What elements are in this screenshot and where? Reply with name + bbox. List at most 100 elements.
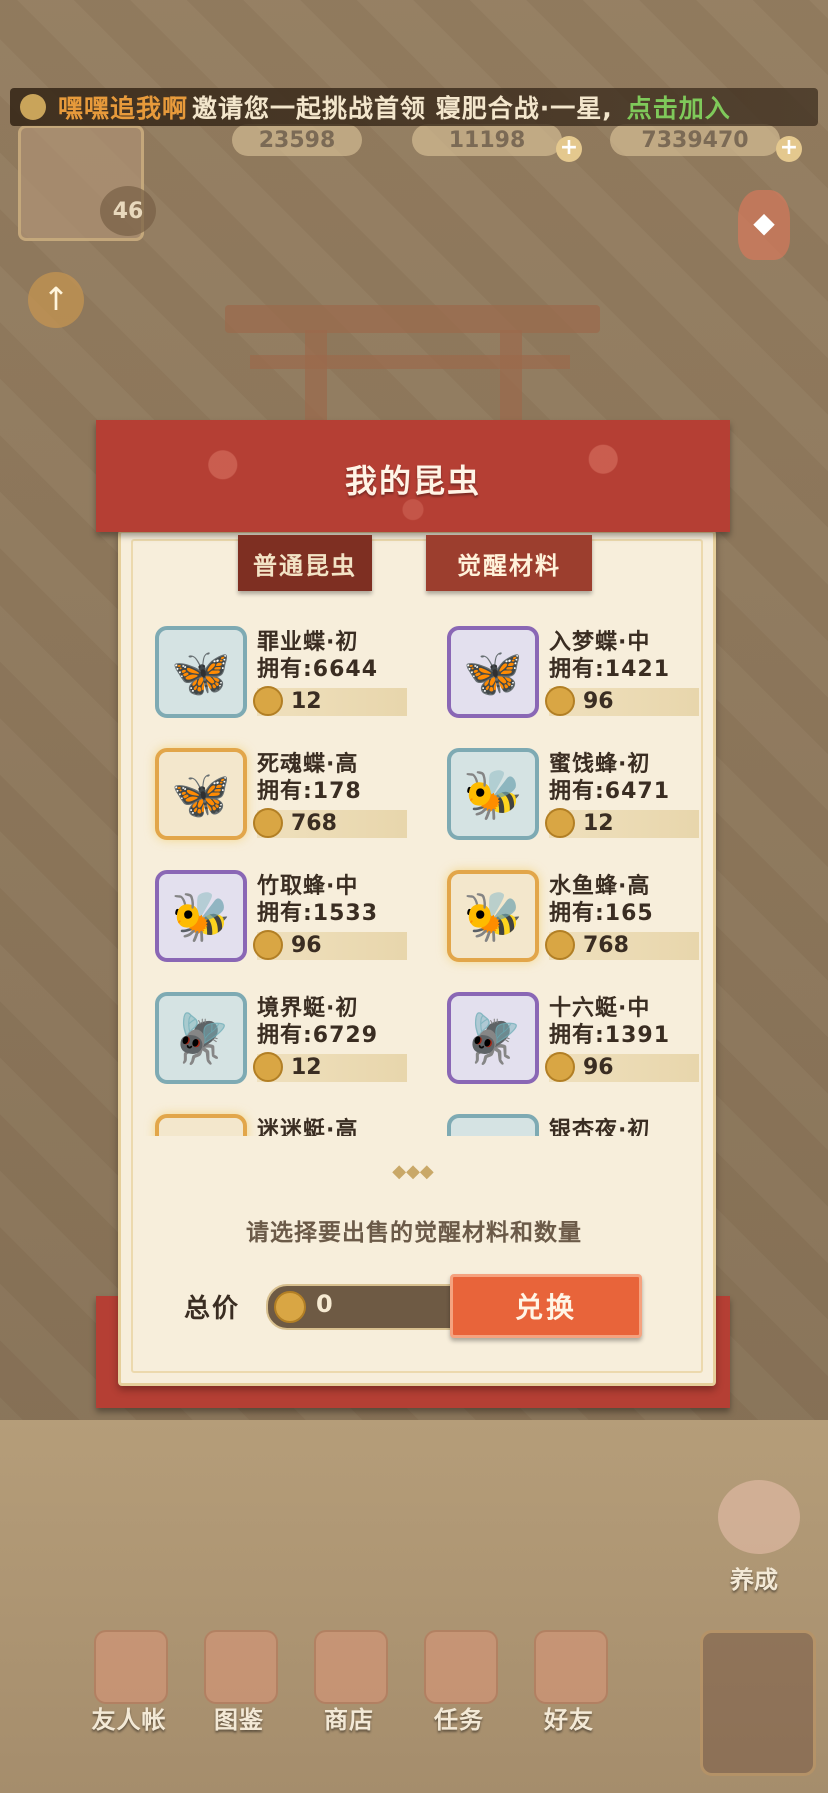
coin-icon [545,808,575,838]
material-price: 96 [291,933,322,958]
player-level: 46 [112,198,144,224]
coin-icon [253,808,283,838]
nav-tasks[interactable]: 任务 [414,1630,504,1740]
torii-gate-bar [250,355,570,369]
raise-label[interactable]: 养成 [730,1560,778,1595]
nav-friend-book[interactable]: 友人帐 [84,1630,174,1740]
material-price-bar: 12 [253,686,407,716]
coin-icon [253,930,283,960]
raise-icon[interactable] [718,1480,800,1554]
coin-icon [274,1291,306,1323]
fish-streamer-icon[interactable]: ◆ [738,190,790,260]
nav-codex[interactable]: 图鉴 [194,1630,284,1740]
bee-icon: 🐝 [447,870,539,962]
material-owned-count: 拥有:165 [549,901,654,926]
nav-tasks-label: 任务 [434,1706,484,1734]
material-price-bar: 96 [545,1052,699,1082]
material-owned-count: 拥有:6729 [257,1023,379,1048]
tab-normal-insects-label: 普通昆虫 [253,551,357,580]
butterfly-icon: 🦋 [155,748,247,840]
resource-3-value: 7339470 [641,127,749,153]
resource-2-value: 11198 [448,127,526,153]
task-scroll-icon [424,1630,498,1704]
material-price: 768 [291,811,337,836]
sell-hint: 请选择要出售的觉醒材料和数量 [246,1220,582,1246]
resource-counter-3: 7339470 [610,124,780,156]
lucky-cat-icon [314,1630,388,1704]
material-owned-count: 拥有:1391 [549,1023,671,1048]
exchange-button[interactable]: 兑换 [450,1274,642,1338]
material-list[interactable]: 🦋 罪业蝶·初 拥有:6644 12 🦋 入梦蝶·中 拥有:1421 96 🦋 死魂蝶·高 拥有:1… [135,608,705,1136]
coin-icon [253,1052,283,1082]
material-item[interactable]: 🐝 水鱼蜂·高 拥有:165 768 [427,852,702,962]
bee-icon: 🐝 [447,748,539,840]
torii-gate-post-left [305,330,327,420]
material-price: 96 [583,1055,614,1080]
torii-gate-post-right [500,330,522,420]
material-owned-count: 拥有:6644 [257,657,379,682]
resource-1-value: 23598 [258,127,336,153]
material-price: 12 [291,1055,322,1080]
material-owned-count: 拥有:1421 [549,657,671,682]
tab-awakening-materials-label: 觉醒材料 [457,551,561,580]
material-item[interactable]: 🦋 罪业蝶·初 拥有:6644 12 [135,608,410,718]
butterfly-icon: 🦋 [447,626,539,718]
material-item[interactable]: 🪰 十六蜓·中 拥有:1391 96 [427,974,702,1084]
material-price-bar: 12 [545,808,699,838]
nav-shop[interactable]: 商店 [304,1630,394,1740]
nav-codex-label: 图鉴 [214,1706,264,1734]
material-owned-count: 拥有:6471 [549,779,671,804]
resource-3-add-button[interactable]: + [776,136,802,162]
material-item[interactable]: 🦋 死魂蝶·高 拥有:178 768 [135,730,410,840]
upgrade-arrow-icon[interactable]: ↑ [28,272,84,328]
material-item[interactable]: 🪰 境界蜓·初 拥有:6729 12 [135,974,410,1084]
material-item[interactable]: 银杏夜·初 [427,1096,702,1136]
total-price-value: 0 [316,1290,333,1318]
character-portrait-button[interactable] [700,1630,816,1776]
dialog-title: 我的昆虫 [344,462,481,500]
total-price-label: 总价 [184,1294,241,1324]
dragonfly-icon: 🪰 [447,992,539,1084]
flower-icon [20,94,46,120]
material-item[interactable]: 🐝 竹取蜂·中 拥有:1533 96 [135,852,410,962]
material-name: 银杏夜·初 [549,1118,651,1136]
material-price: 96 [583,689,614,714]
nav-friend-book-label: 友人帐 [91,1706,167,1734]
nav-friends[interactable]: 好友 [524,1630,614,1740]
material-item[interactable]: 🐝 蜜饯蜂·初 拥有:6471 12 [427,730,702,840]
divider-ornament: ◆◆◆ [392,1161,434,1182]
material-price: 768 [583,933,629,958]
material-name: 迷迷蜓·高 [257,1118,359,1136]
material-price-bar: 768 [545,930,699,960]
material-owned-count: 拥有:1533 [257,901,379,926]
dragonfly-icon [155,1114,247,1136]
tab-normal-insects[interactable]: 普通昆虫 [238,535,372,591]
tab-awakening-materials[interactable]: 觉醒材料 [426,535,592,591]
player-level-badge: 46 [100,186,156,236]
torii-gate-top [225,305,600,333]
material-owned-count: 拥有:178 [257,779,362,804]
marquee-join-link[interactable]: 点击加入 [627,89,731,125]
invite-marquee[interactable]: 嘿嘿追我啊 邀请您一起挑战首领 寝肥合战·一星, 点击加入 [10,88,818,126]
material-item[interactable]: 迷迷蜓·高 [135,1096,410,1136]
butterfly-icon: 🦋 [155,626,247,718]
coin-icon [253,686,283,716]
resource-2-add-button[interactable]: + [556,136,582,162]
material-price: 12 [291,689,322,714]
nav-shop-label: 商店 [324,1706,374,1734]
eye-icon [204,1630,278,1704]
friend-book-icon [94,1630,168,1704]
material-item[interactable]: 🦋 入梦蝶·中 拥有:1421 96 [427,608,702,718]
dragonfly-icon: 🪰 [155,992,247,1084]
material-price-bar: 12 [253,1052,407,1082]
material-price-bar: 96 [545,686,699,716]
coin-icon [545,1052,575,1082]
resource-counter-2: 11198 [412,124,562,156]
material-price-bar: 768 [253,808,407,838]
exchange-button-label: 兑换 [514,1291,577,1324]
bee-icon: 🐝 [155,870,247,962]
coin-icon [545,930,575,960]
material-price-bar: 96 [253,930,407,960]
marquee-message: 邀请您一起挑战首领 寝肥合战·一星, [192,94,613,123]
nav-friends-label: 好友 [544,1706,594,1734]
